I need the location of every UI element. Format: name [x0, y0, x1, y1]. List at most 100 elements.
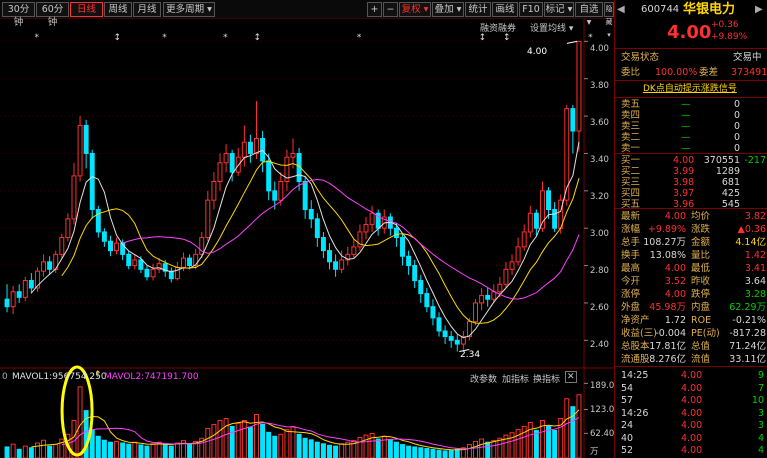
- panel-next-icon[interactable]: ▶: [755, 3, 763, 16]
- modify-params-button[interactable]: 改参数: [470, 372, 497, 385]
- dk-signal-link[interactable]: DK点自动提示涨跌信号: [643, 83, 737, 96]
- period-60min-button[interactable]: 60分钟: [36, 2, 69, 28]
- candle-down: [546, 190, 552, 211]
- volume-tick: 62.40: [590, 429, 615, 439]
- quote-row: 今开 3.52 昨收 3.64: [615, 275, 767, 288]
- candle-up: [41, 261, 47, 272]
- candle-up: [193, 253, 199, 267]
- candle-down: [89, 152, 95, 211]
- trade-status-value: 交易中: [733, 52, 762, 63]
- candle-down: [247, 141, 253, 154]
- candle-up: [278, 180, 284, 201]
- volume-bar-up: [509, 432, 515, 458]
- more-periods-dropdown[interactable]: 更多周期 ▾: [163, 2, 215, 17]
- event-marker-icon: *: [162, 33, 167, 43]
- volume-bar-up: [174, 442, 180, 458]
- volume-bar-up: [205, 427, 211, 458]
- ma-settings-link[interactable]: 设置均线 ▾: [530, 21, 573, 34]
- candle-up: [241, 141, 247, 158]
- tick-price: 4.00: [681, 407, 703, 419]
- kline-chart[interactable]: * ↕ * * ↕ * ↕ ↕ * 融资融券 设置均线 ▾ 4.00 3.80 3.60 3.4…: [0, 19, 620, 458]
- candle-down: [126, 253, 132, 267]
- candle-down: [424, 293, 430, 308]
- volume-bar-up: [211, 423, 217, 458]
- tick-row: 54 4.00 7: [615, 382, 767, 395]
- ma5-line: [31, 141, 580, 339]
- volume-bar-down: [260, 423, 266, 458]
- volume-bar-down: [101, 439, 107, 458]
- panel-prev-icon[interactable]: ◀: [617, 3, 625, 16]
- event-marker-icon: ↕: [503, 33, 511, 43]
- candle-down: [229, 152, 235, 173]
- margin-trading-link[interactable]: 融资融券: [480, 21, 516, 34]
- period-daily-button[interactable]: 日线: [70, 2, 103, 17]
- volume-bar-down: [296, 433, 302, 458]
- quote-label: 最新: [621, 211, 641, 222]
- tick-price: 4.00: [681, 395, 703, 406]
- zoom-in-button[interactable]: +: [367, 2, 382, 17]
- volume-bar-down: [436, 449, 442, 458]
- candle-down: [327, 250, 332, 263]
- volume-bar-up: [223, 418, 229, 458]
- overlay-dropdown[interactable]: 叠加 ▾: [432, 2, 464, 17]
- candle-up: [71, 175, 77, 220]
- volume-bar-up: [53, 444, 59, 458]
- price-tick: 2.40: [590, 340, 609, 350]
- quote-row: 最高 4.00 最低 3.41: [615, 262, 767, 275]
- f10-button[interactable]: F10: [519, 2, 543, 17]
- quote-row: 外盘 45.98万 内盘 62.29万: [615, 301, 767, 314]
- draw-line-button[interactable]: 画线: [492, 2, 518, 17]
- event-marker-icon: ↕: [114, 33, 122, 43]
- price-tick: 3.80: [590, 81, 609, 91]
- quote-label: 均价: [691, 211, 711, 222]
- volume-bar-down: [272, 435, 278, 458]
- restore-rights-dropdown[interactable]: 复权 ▾: [399, 2, 431, 17]
- volume-bar-up: [156, 441, 162, 458]
- candle-up: [22, 280, 28, 298]
- kline-svg: * ↕ * * ↕ * ↕ ↕ *: [0, 19, 614, 458]
- period-30min-button[interactable]: 30分钟: [2, 2, 35, 28]
- quote-label: 总股本: [621, 341, 650, 352]
- volume-bar-down: [4, 446, 10, 458]
- watchlist-dropdown[interactable]: 自选 ▾: [575, 2, 603, 28]
- candle-down: [16, 291, 22, 298]
- volume-bar-up: [22, 445, 28, 458]
- switch-indicator-button[interactable]: 换指标: [533, 372, 560, 385]
- candle-up: [217, 162, 223, 182]
- volume-bar-up: [235, 422, 241, 458]
- period-weekly-button[interactable]: 周线: [104, 2, 132, 17]
- candle-up: [521, 231, 527, 248]
- candle-up: [223, 152, 229, 164]
- volume-bar-up: [41, 439, 47, 458]
- quote-value: 33.11亿: [729, 354, 766, 365]
- price-change-pct: +9.89%: [711, 32, 748, 42]
- volume-bar-down: [187, 443, 193, 458]
- volume-bar-down: [454, 448, 460, 458]
- volume-bar-down: [418, 447, 424, 458]
- zoom-out-button[interactable]: −: [383, 2, 398, 17]
- volume-bar-down: [95, 435, 101, 458]
- volume-bar-down: [327, 444, 332, 458]
- tick-row: 52 4.00 4: [615, 444, 767, 457]
- event-marker-icon: ↕: [479, 33, 487, 43]
- period-monthly-button[interactable]: 月线: [133, 2, 161, 17]
- close-indicator-icon[interactable]: ✕: [565, 371, 577, 383]
- volume-bar-down: [393, 441, 399, 458]
- quote-panel: ◀ 600744 华银电力 ▶ 4.00 +0.36 +9.89% 交易状态 交…: [614, 0, 767, 458]
- candle-down: [393, 227, 399, 239]
- candle-up: [497, 283, 503, 293]
- volume-bar-up: [254, 414, 259, 458]
- quote-label: 金额: [691, 237, 711, 248]
- volume-bar-up: [491, 440, 497, 458]
- tick-row: 14:25 4.00 9: [615, 369, 767, 382]
- candle-up: [576, 40, 582, 132]
- candle-down: [400, 237, 405, 257]
- hide-dropdown[interactable]: 隐藏 ▾: [604, 2, 614, 39]
- tick-volume: 3: [757, 420, 764, 431]
- volume-bar-down: [16, 448, 22, 458]
- mark-dropdown[interactable]: 标记 ▾: [544, 2, 574, 17]
- candle-down: [418, 280, 424, 295]
- add-indicator-button[interactable]: 加指标: [502, 372, 529, 385]
- statistics-button[interactable]: 统计: [465, 2, 491, 17]
- candle-up: [527, 212, 533, 233]
